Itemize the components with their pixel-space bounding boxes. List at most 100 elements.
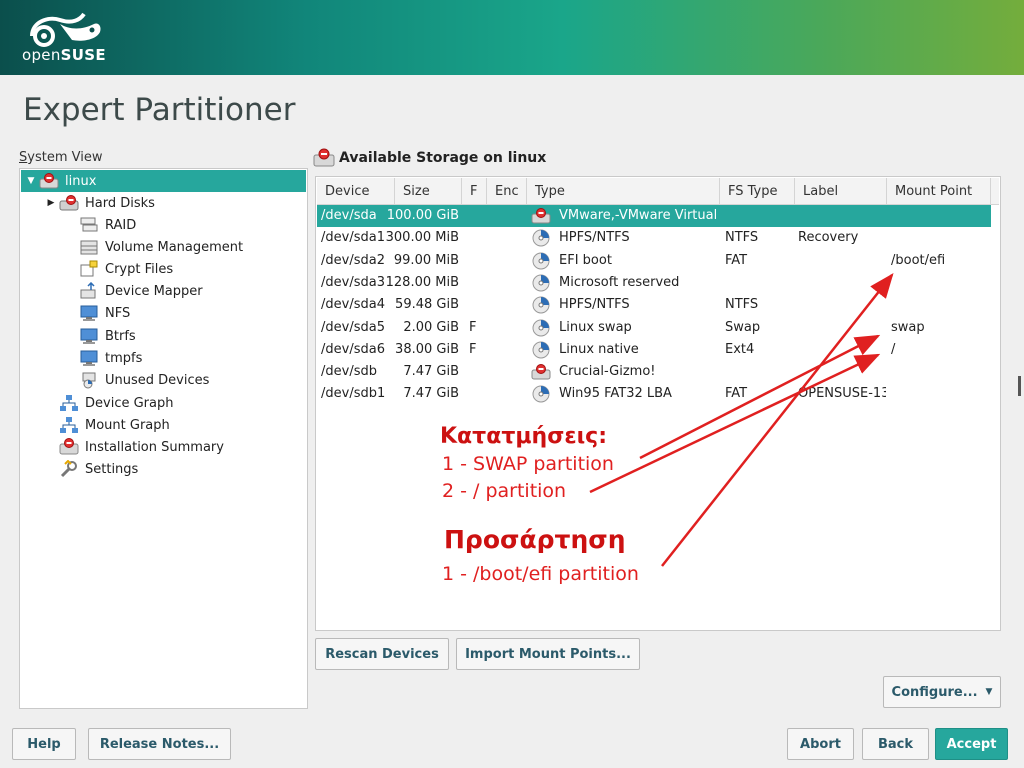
- table-row[interactable]: /dev/sdb1 7.47 GiB Win95 FAT32 LBA FAT OPENS…: [317, 383, 991, 405]
- storage-host-icon: [39, 173, 59, 189]
- cell-mount: [891, 227, 987, 249]
- table-row[interactable]: /dev/sda4 59.48 GiB HPFS/NTFS NTFS: [317, 294, 991, 316]
- cell-f: [469, 272, 483, 294]
- cell-fs: FAT: [725, 386, 748, 402]
- tmpfs-icon: [79, 349, 99, 367]
- cell-f: [469, 250, 483, 272]
- tree-item-mount-graph[interactable]: Mount Graph: [21, 414, 306, 436]
- cell-type: Linux native: [559, 341, 639, 357]
- tree-item-settings[interactable]: Settings: [21, 458, 306, 480]
- partition-icon: [531, 274, 551, 292]
- cell-size: 7.47 GiB: [403, 386, 459, 402]
- table-row[interactable]: /dev/sda 100.00 GiB VMware,-VMware Virtual…: [317, 205, 991, 227]
- tree-item-nfs[interactable]: NFS: [21, 302, 306, 324]
- tree-item-hard-disks[interactable]: ▶ Hard Disks: [21, 192, 306, 214]
- cell-enc: [495, 383, 525, 405]
- tree-item-raid[interactable]: RAID: [21, 214, 306, 236]
- cell-enc: [495, 361, 525, 383]
- cell-size: 300.00 MiB: [385, 230, 459, 246]
- column-header-f[interactable]: F: [462, 178, 487, 205]
- tree-item-installation-summary[interactable]: Installation Summary: [21, 436, 306, 458]
- tree-item-label: linux: [65, 173, 97, 189]
- expand-down-icon[interactable]: ▼: [25, 176, 37, 186]
- cell-mount: [891, 272, 987, 294]
- settings-icon: [60, 460, 77, 478]
- table-row[interactable]: /dev/sda1 300.00 MiB HPFS/NTFS NTFS Recovery: [317, 227, 991, 249]
- storage-table[interactable]: Device Size F Enc Type FS Type Label Mount Poin…: [315, 176, 1001, 631]
- column-header-device[interactable]: Device: [317, 178, 395, 205]
- annotation-bootefi-line: 1 - /boot/efi partition: [442, 563, 639, 585]
- cell-type: HPFS/NTFS: [559, 297, 630, 313]
- table-row[interactable]: /dev/sda2 99.00 MiB EFI boot FAT/boot/efi: [317, 250, 991, 272]
- partition-icon: [531, 319, 551, 337]
- tree-item-linux[interactable]: ▼ linux: [21, 170, 306, 192]
- disk-icon: [531, 364, 551, 380]
- device-mapper-icon: [79, 282, 99, 300]
- abort-button[interactable]: Abort: [787, 728, 854, 760]
- expand-right-icon[interactable]: ▶: [45, 198, 57, 208]
- tree-item-tmpfs[interactable]: tmpfs: [21, 347, 306, 369]
- table-row[interactable]: /dev/sda5 2.00 GiB F Linux swap Swap swap: [317, 317, 991, 339]
- cell-type: Linux swap: [559, 319, 632, 335]
- table-row[interactable]: /dev/sda3 128.00 MiB Microsoft reserved: [317, 272, 991, 294]
- cell-type: HPFS/NTFS: [559, 230, 630, 246]
- chevron-down-icon: ▼: [985, 687, 993, 697]
- annotation-swap-line: 1 - SWAP partition: [442, 453, 614, 475]
- cell-enc: [495, 272, 525, 294]
- system-view-tree[interactable]: ▼ linux ▶ Hard Disks RAID Volume Management Cr…: [19, 168, 308, 709]
- cell-label: [798, 361, 886, 383]
- window-resize-handle[interactable]: [1018, 376, 1021, 396]
- cell-size: 2.00 GiB: [403, 319, 459, 335]
- tree-item-device-mapper[interactable]: Device Mapper: [21, 280, 306, 302]
- cell-label: OPENSUSE-13: [798, 386, 886, 402]
- storage-host-icon: [313, 148, 335, 167]
- tree-item-label: NFS: [105, 305, 131, 321]
- tree-item-label: Crypt Files: [105, 261, 174, 277]
- cell-fs: Ext4: [725, 341, 755, 357]
- column-header-size[interactable]: Size: [395, 178, 462, 205]
- column-header-fs-type[interactable]: FS Type: [720, 178, 795, 205]
- cell-type: VMware,-VMware Virtual S: [559, 208, 719, 223]
- accept-button[interactable]: Accept: [935, 728, 1008, 760]
- import-mount-points-button[interactable]: Import Mount Points...: [456, 638, 640, 670]
- column-header-type[interactable]: Type: [527, 178, 720, 205]
- cell-mount: [891, 383, 987, 405]
- top-banner: openSUSE: [0, 0, 1024, 75]
- cell-mount: swap: [891, 319, 925, 335]
- cell-size: 99.00 MiB: [393, 252, 459, 268]
- tree-item-crypt-files[interactable]: Crypt Files: [21, 258, 306, 280]
- nfs-icon: [80, 305, 98, 321]
- cell-fs: FAT: [725, 252, 748, 268]
- partition-icon: [531, 341, 551, 359]
- tree-item-volume-management[interactable]: Volume Management: [21, 236, 306, 258]
- back-button[interactable]: Back: [862, 728, 929, 760]
- tree-item-device-graph[interactable]: Device Graph: [21, 392, 306, 414]
- cell-size: 100.00 GiB: [386, 208, 459, 223]
- table-row[interactable]: /dev/sdb 7.47 GiB Crucial-Gizmo!: [317, 361, 991, 383]
- cell-enc: [495, 317, 525, 339]
- tree-item-unused-devices[interactable]: Unused Devices: [21, 369, 306, 391]
- cell-enc: [495, 205, 525, 227]
- rescan-devices-button[interactable]: Rescan Devices: [315, 638, 449, 670]
- cell-type: EFI boot: [559, 252, 612, 268]
- annotation-mount-heading: Προσάρτηση: [444, 525, 626, 554]
- column-header-mount-point[interactable]: Mount Point: [887, 178, 991, 205]
- cell-f: [469, 227, 483, 249]
- tree-item-label: Unused Devices: [105, 372, 210, 388]
- configure-dropdown-button[interactable]: Configure... ▼: [883, 676, 1001, 708]
- raid-icon: [80, 217, 98, 232]
- cell-label: [798, 339, 886, 361]
- column-header-enc[interactable]: Enc: [487, 178, 527, 205]
- cell-f: [469, 361, 483, 383]
- release-notes-button[interactable]: Release Notes...: [88, 728, 231, 760]
- tree-item-label: Device Graph: [85, 395, 174, 411]
- annotation-partitions-heading: Κατατμήσεις:: [440, 424, 607, 449]
- tree-item-label: tmpfs: [105, 350, 143, 366]
- cell-f: F: [469, 341, 477, 357]
- column-header-label[interactable]: Label: [795, 178, 887, 205]
- help-button[interactable]: Help: [12, 728, 76, 760]
- btrfs-icon: [80, 328, 98, 344]
- tree-item-btrfs[interactable]: Btrfs: [21, 325, 306, 347]
- table-row[interactable]: /dev/sda6 38.00 GiB F Linux native Ext4/: [317, 339, 991, 361]
- volume-management-icon: [80, 240, 98, 255]
